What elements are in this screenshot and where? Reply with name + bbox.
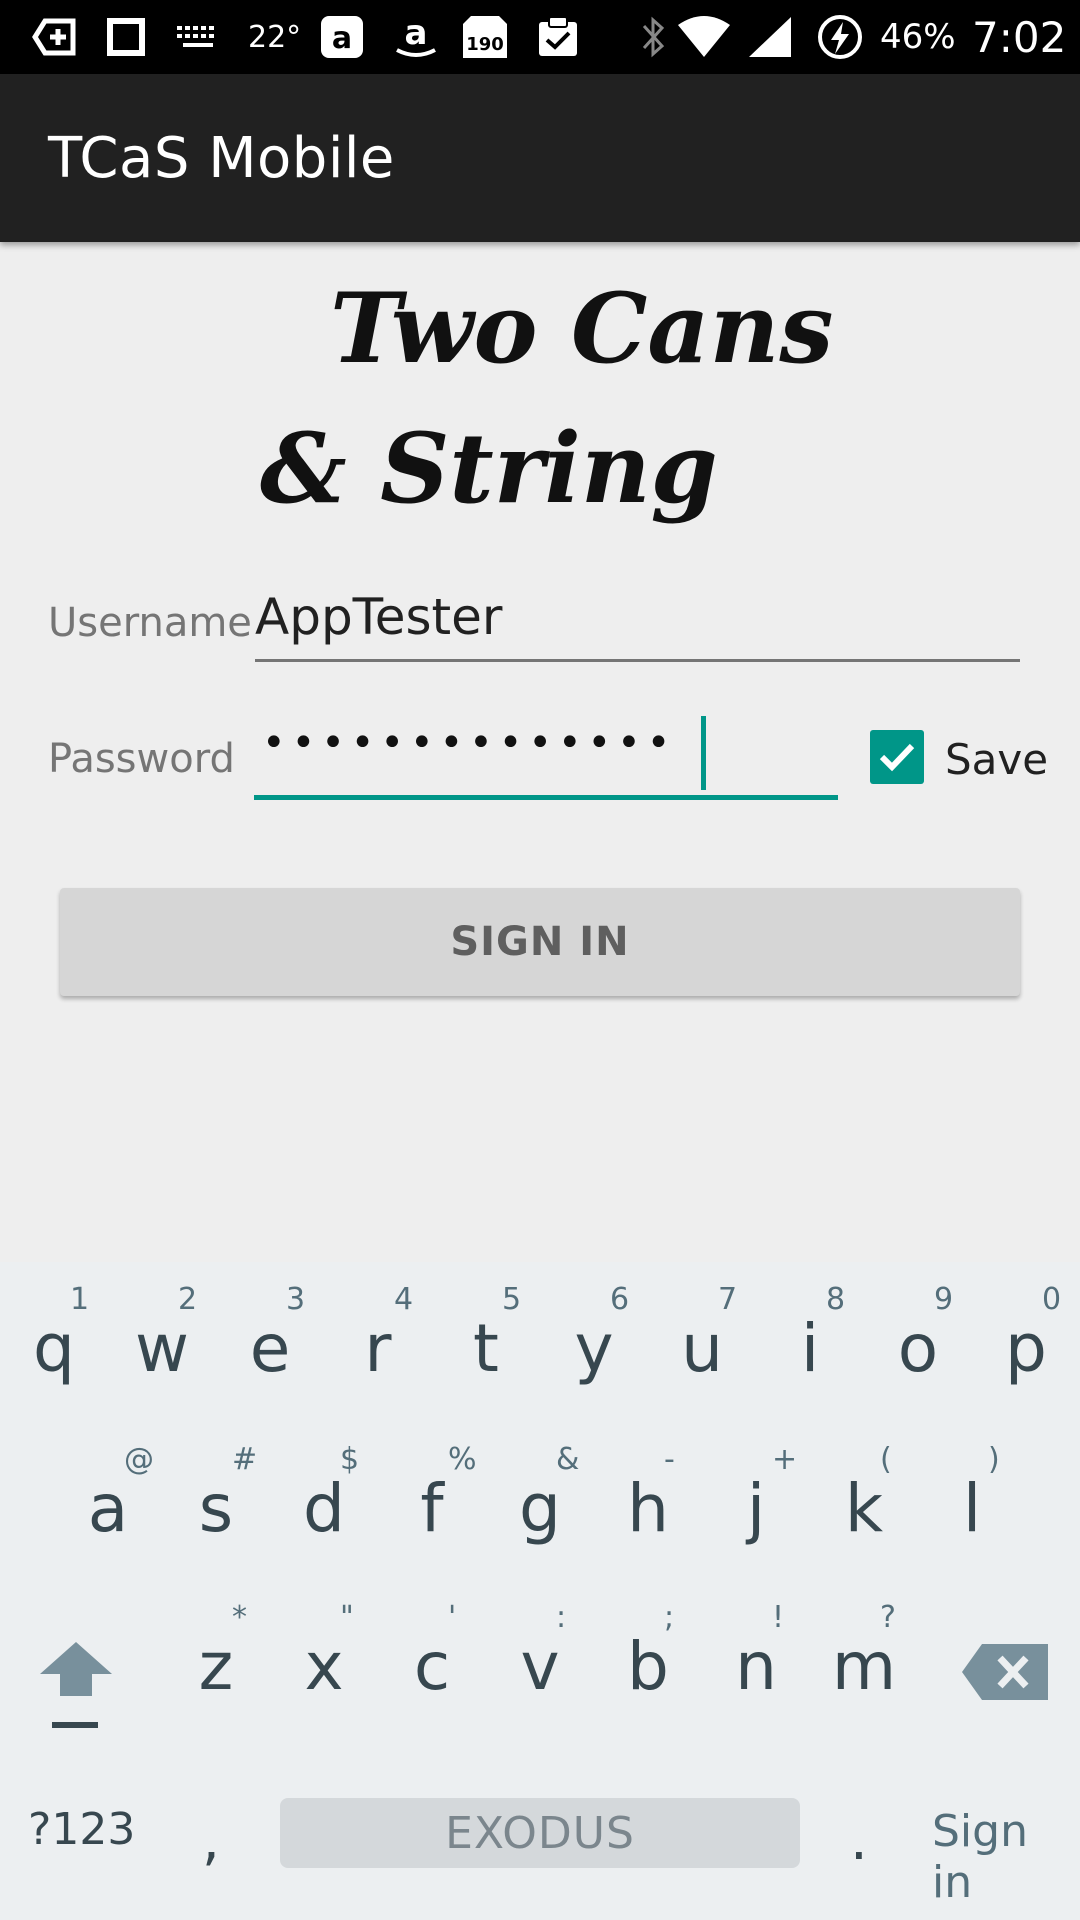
app-title: TCaS Mobile bbox=[48, 126, 395, 191]
temperature-text: 22° bbox=[248, 19, 302, 55]
save-checkbox[interactable] bbox=[870, 730, 924, 784]
key-label: b bbox=[627, 1628, 669, 1705]
key-u[interactable]: 7u bbox=[648, 1282, 756, 1442]
username-underline bbox=[255, 659, 1020, 662]
username-value: AppTester bbox=[255, 588, 503, 646]
key-label: t bbox=[473, 1310, 499, 1387]
key-label: a bbox=[87, 1470, 129, 1547]
password-mask: •••••••••••••• bbox=[262, 720, 677, 766]
comma-key[interactable]: , bbox=[202, 1808, 220, 1873]
key-s[interactable]: # s bbox=[162, 1442, 270, 1602]
key-d[interactable]: $ d bbox=[270, 1442, 378, 1602]
key-label: v bbox=[520, 1628, 560, 1705]
clipboard-check-icon bbox=[534, 14, 582, 60]
key-label: z bbox=[198, 1628, 234, 1705]
key-label: l bbox=[962, 1470, 982, 1547]
key-label: i bbox=[800, 1310, 820, 1387]
password-label: Password bbox=[48, 736, 235, 782]
key-l[interactable]: ) l bbox=[918, 1442, 1026, 1602]
key-c[interactable]: ' c bbox=[378, 1600, 486, 1760]
svg-text:a: a bbox=[405, 14, 428, 53]
key-n[interactable]: ! n bbox=[702, 1600, 810, 1760]
key-label: w bbox=[135, 1310, 189, 1387]
shift-arrow-icon bbox=[40, 1642, 112, 1728]
key-m[interactable]: ? m bbox=[810, 1600, 918, 1760]
battery-percent-text: 46% bbox=[880, 17, 956, 57]
key-label: h bbox=[627, 1470, 669, 1547]
key-g[interactable]: & g bbox=[486, 1442, 594, 1602]
password-underline bbox=[254, 795, 838, 800]
sign-in-button[interactable]: SIGN IN bbox=[60, 888, 1020, 996]
wifi-icon bbox=[676, 14, 732, 60]
key-i[interactable]: 8i bbox=[756, 1282, 864, 1442]
period-key[interactable]: . bbox=[850, 1808, 868, 1873]
key-a[interactable]: @ a bbox=[54, 1442, 162, 1602]
status-bar: 22° a a 190 46% 7:02 bbox=[0, 0, 1080, 74]
key-label: u bbox=[681, 1310, 723, 1387]
signal-icon bbox=[746, 14, 794, 60]
key-label: k bbox=[844, 1470, 884, 1547]
key-z[interactable]: * z bbox=[162, 1600, 270, 1760]
amazon-a-icon: a bbox=[318, 14, 366, 60]
key-label: g bbox=[519, 1470, 561, 1547]
key-label: o bbox=[897, 1310, 939, 1387]
svg-text:a: a bbox=[332, 21, 352, 56]
key-label: y bbox=[574, 1310, 614, 1387]
key-b[interactable]: ; b bbox=[594, 1600, 702, 1760]
key-v[interactable]: :v bbox=[486, 1600, 594, 1760]
key-label: p bbox=[1005, 1310, 1047, 1387]
username-field[interactable]: AppTester bbox=[255, 580, 1020, 662]
backspace-icon bbox=[962, 1644, 1048, 1700]
key-w[interactable]: 2w bbox=[108, 1282, 216, 1442]
key-label: n bbox=[735, 1628, 777, 1705]
svg-text:190: 190 bbox=[466, 34, 504, 55]
square-icon bbox=[104, 14, 148, 60]
key-label: d bbox=[303, 1470, 345, 1547]
key-o[interactable]: 9o bbox=[864, 1282, 972, 1442]
backspace-key[interactable] bbox=[960, 1640, 1052, 1704]
key-label: s bbox=[198, 1470, 234, 1547]
mail-badge-icon: 190 bbox=[458, 14, 512, 60]
check-icon bbox=[879, 743, 915, 772]
keyboard-icon bbox=[174, 14, 222, 60]
text-cursor bbox=[701, 716, 706, 790]
key-label: j bbox=[746, 1470, 766, 1547]
save-label[interactable]: Save bbox=[945, 735, 1048, 784]
app-logo: Two Cans & String bbox=[260, 272, 833, 562]
space-key[interactable]: EXODUS bbox=[280, 1798, 800, 1868]
password-field[interactable]: •••••••••••••• bbox=[254, 712, 838, 800]
sign-in-label: SIGN IN bbox=[450, 919, 630, 965]
symbols-key[interactable]: ?123 bbox=[28, 1804, 135, 1855]
bluetooth-icon bbox=[636, 14, 670, 60]
shift-key[interactable] bbox=[28, 1634, 124, 1734]
add-box-icon bbox=[28, 14, 80, 60]
sign-in-action-key[interactable]: Sign in bbox=[932, 1806, 1080, 1908]
amazon-smile-icon: a bbox=[390, 14, 442, 60]
key-k[interactable]: (k bbox=[810, 1442, 918, 1602]
key-t[interactable]: 5t bbox=[432, 1282, 540, 1442]
key-f[interactable]: % f bbox=[378, 1442, 486, 1602]
app-bar: TCaS Mobile bbox=[0, 74, 1080, 242]
key-x[interactable]: " x bbox=[270, 1600, 378, 1760]
key-label: e bbox=[249, 1310, 291, 1387]
space-key-label: EXODUS bbox=[445, 1807, 635, 1859]
key-label: x bbox=[304, 1628, 344, 1705]
key-label: q bbox=[33, 1310, 75, 1387]
key-label: c bbox=[413, 1628, 451, 1705]
key-j[interactable]: + j bbox=[702, 1442, 810, 1602]
clock-text: 7:02 bbox=[972, 12, 1067, 62]
key-h[interactable]: -h bbox=[594, 1442, 702, 1602]
key-q[interactable]: 1q bbox=[0, 1282, 108, 1442]
key-label: m bbox=[831, 1628, 897, 1705]
battery-charging-icon bbox=[816, 14, 864, 60]
username-label: Username bbox=[48, 600, 252, 646]
key-y[interactable]: 6y bbox=[540, 1282, 648, 1442]
key-label: f bbox=[420, 1470, 444, 1547]
logo-line-2: & String bbox=[260, 412, 718, 525]
key-p[interactable]: 0p bbox=[972, 1282, 1080, 1442]
key-r[interactable]: 4r bbox=[324, 1282, 432, 1442]
key-e[interactable]: 3e bbox=[216, 1282, 324, 1442]
key-label: r bbox=[364, 1310, 392, 1387]
logo-line-1: Two Cans bbox=[330, 272, 834, 385]
